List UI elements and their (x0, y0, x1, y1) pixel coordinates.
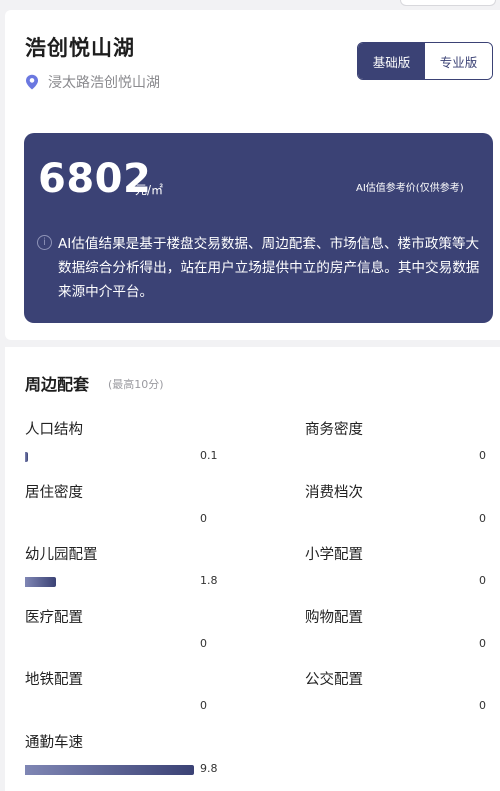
metric-subway: 地铁配置 0 (25, 668, 225, 728)
metric-population-structure: 人口结构 0.1 (25, 418, 225, 478)
metric-label: 购物配置 (305, 610, 363, 626)
section-subtitle: (最高10分) (108, 378, 164, 391)
metric-value: 0 (479, 699, 486, 712)
metric-bar-track (25, 702, 197, 712)
metric-bar (25, 452, 28, 462)
valuation-note: AI估值结果是基于楼盘交易数据、周边配套、市场信息、楼市政策等大数据综合分析得出… (58, 236, 480, 300)
metric-value: 0 (479, 637, 486, 650)
pro-version-button[interactable]: 专业版 (425, 43, 492, 79)
basic-version-button[interactable]: 基础版 (358, 43, 425, 79)
metric-bar-track (305, 640, 477, 650)
location-pin-icon (25, 74, 39, 90)
metric-bar-track (305, 577, 477, 587)
metric-label: 商务密度 (305, 422, 363, 438)
metric-bar-track (25, 515, 197, 525)
metric-kindergarten: 幼儿园配置 1.8 (25, 543, 225, 603)
project-title: 浩创悦山湖 (25, 36, 135, 60)
valuation-unit: 元/㎡ (135, 183, 164, 197)
metric-label: 地铁配置 (25, 672, 83, 688)
metric-primary-school: 小学配置 0 (305, 543, 500, 603)
project-address: 浸太路浩创悦山湖 (25, 72, 160, 92)
metric-bar-track (25, 452, 197, 462)
metric-commute-speed: 通勤车速 9.8 (25, 731, 225, 791)
metric-bar (25, 577, 56, 587)
metric-label: 公交配置 (305, 672, 363, 688)
metric-value: 0 (200, 512, 207, 525)
metric-bar-track (305, 452, 477, 462)
metric-label: 幼儿园配置 (25, 547, 98, 563)
metric-bar-track (305, 702, 477, 712)
metric-value: 0 (479, 449, 486, 462)
metric-value: 0 (200, 699, 207, 712)
metric-label: 居住密度 (25, 485, 83, 501)
metric-value: 9.8 (200, 762, 218, 775)
metric-value: 0 (200, 637, 207, 650)
metric-consumption-level: 消费档次 0 (305, 481, 500, 541)
metric-label: 人口结构 (25, 422, 83, 438)
metric-label: 消费档次 (305, 485, 363, 501)
metric-value: 0.1 (200, 449, 218, 462)
address-text: 浸太路浩创悦山湖 (48, 75, 160, 91)
metric-medical: 医疗配置 0 (25, 606, 225, 666)
section-title: 周边配套 (25, 375, 90, 394)
top-card-edge (400, 0, 496, 6)
version-toggle: 基础版 专业版 (357, 42, 493, 80)
metric-bar-track (25, 640, 197, 650)
metric-bar-track (25, 577, 197, 587)
metric-value: 0 (479, 574, 486, 587)
metric-shopping: 购物配置 0 (305, 606, 500, 666)
metric-value: 1.8 (200, 574, 218, 587)
metric-label: 小学配置 (305, 547, 363, 563)
metric-label: 医疗配置 (25, 610, 83, 626)
valuation-caption: AI估值参考价(仅供参考) (356, 183, 464, 194)
metric-business-density: 商务密度 0 (305, 418, 500, 478)
metric-bar-track (25, 765, 197, 775)
metric-bar-track (305, 515, 477, 525)
metric-bar (25, 765, 194, 775)
info-icon: i (37, 235, 52, 250)
metric-value: 0 (479, 512, 486, 525)
metric-bus: 公交配置 0 (305, 668, 500, 728)
valuation-card: 6802 元/㎡ AI估值参考价(仅供参考) i AI估值结果是基于楼盘交易数据… (24, 133, 493, 323)
metric-label: 通勤车速 (25, 735, 83, 751)
metric-residential-density: 居住密度 0 (25, 481, 225, 541)
